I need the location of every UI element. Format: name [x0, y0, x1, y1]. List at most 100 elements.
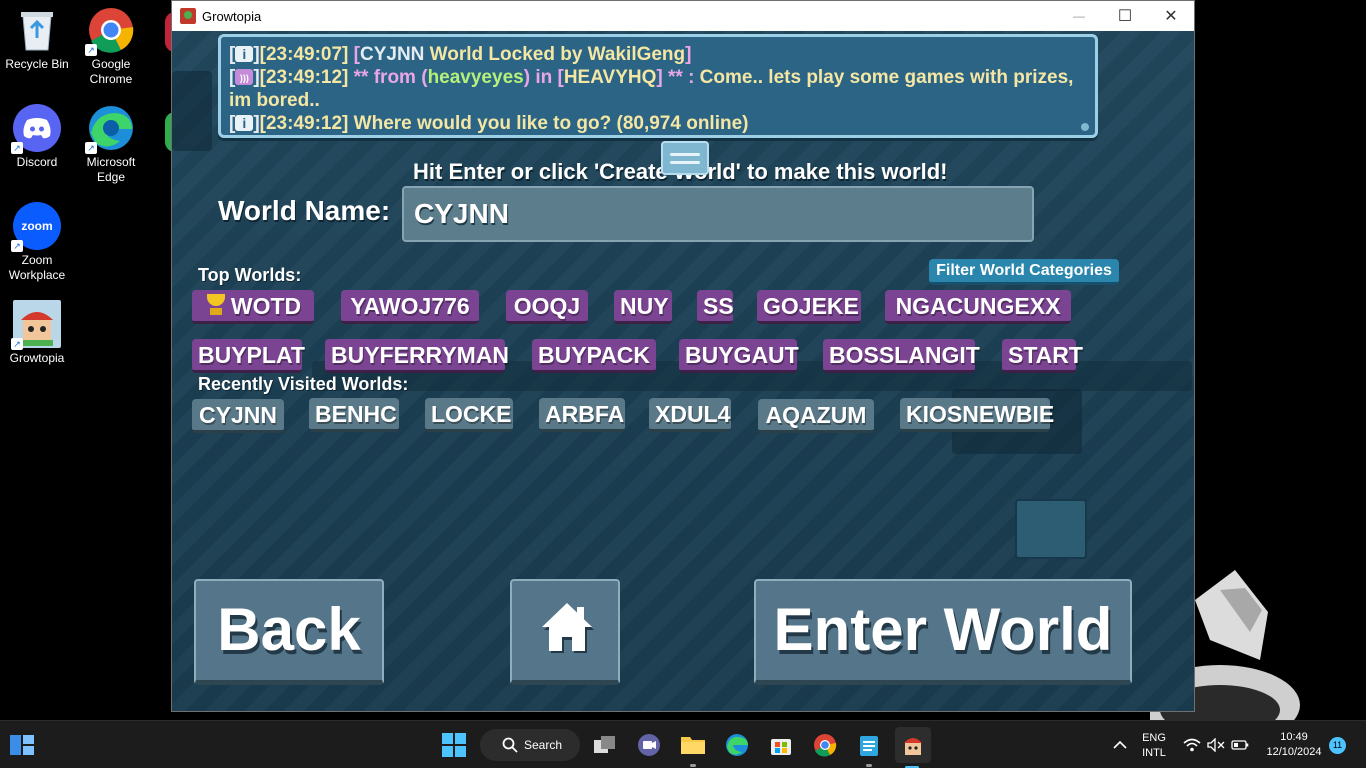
info-icon [235, 112, 254, 135]
desktop-icon-recycle-bin[interactable]: Recycle Bin [0, 6, 74, 72]
taskbar-app-meet[interactable] [633, 729, 665, 761]
windows-logo-icon [442, 733, 466, 757]
volume-status[interactable] [1206, 729, 1226, 761]
home-icon [542, 603, 594, 653]
folder-icon [681, 737, 705, 754]
top-world-button[interactable]: SS [697, 290, 734, 324]
clock[interactable]: 10:49 12/10/2024 [1258, 730, 1330, 760]
top-world-button[interactable]: BOSSLANGIT [823, 339, 980, 373]
close-button[interactable]: ✕ [1148, 1, 1194, 31]
top-world-button[interactable]: BUYGAUT [679, 339, 799, 373]
menu-bar-icon [670, 152, 700, 156]
recently-visited-label: Recently Visited Worlds: [198, 374, 409, 394]
taskbar-app-edge[interactable] [721, 729, 753, 761]
home-button[interactable] [510, 579, 620, 685]
top-world-button[interactable]: GOJEKE [757, 290, 861, 324]
input-language[interactable]: ENG INTL [1136, 731, 1172, 761]
world-name-input[interactable] [402, 186, 1034, 242]
bg-tile [172, 71, 212, 151]
recent-world-button[interactable]: ARBFA [539, 398, 625, 432]
taskbar-app-chrome[interactable] [809, 729, 841, 761]
taskbar-app-growtopia[interactable] [895, 727, 931, 768]
desktop-icon-microsoft-edge[interactable]: ↗ Microsoft Edge [74, 104, 148, 185]
window-titlebar[interactable]: Growtopia — ☐ ✕ [172, 1, 1194, 31]
edge-icon: ↗ [85, 104, 135, 154]
top-world-button[interactable]: YAWOJ776 [341, 290, 479, 324]
top-world-button[interactable]: OOQJ [506, 290, 588, 324]
top-world-button[interactable]: NUY [614, 290, 672, 324]
widgets-icon [10, 735, 34, 755]
shortcut-arrow-icon: ↗ [11, 240, 23, 252]
desktop-icon-label: Growtopia [9, 351, 65, 365]
chat-line: [][23:49:12] ** from (heavyeyes) in [HEA… [229, 66, 1087, 112]
desktop-icon-label: Discord [16, 155, 58, 169]
task-view-icon [594, 736, 615, 753]
maximize-button[interactable]: ☐ [1102, 1, 1148, 31]
chat-log[interactable]: [][23:49:07] [CYJNN World Locked by Waki… [218, 34, 1098, 138]
battery-status[interactable] [1230, 729, 1250, 761]
recent-world-button[interactable]: LOCKE [425, 398, 513, 432]
info-icon [235, 43, 254, 66]
desktop-icon-google-chrome[interactable]: ↗ Google Chrome [74, 6, 148, 87]
show-hidden-icons-button[interactable] [1104, 729, 1136, 761]
task-view-button[interactable] [589, 729, 621, 761]
taskbar-search[interactable]: Search [480, 729, 580, 761]
running-indicator [690, 764, 696, 767]
battery-icon [1231, 740, 1249, 750]
back-button[interactable]: Back [194, 579, 384, 685]
top-world-button[interactable]: WOTD [192, 290, 314, 324]
chat-toggle-button[interactable] [661, 141, 709, 175]
top-worlds-label: Top Worlds: [198, 265, 302, 285]
chrome-icon [814, 734, 837, 757]
desktop-icon-zoom-workplace[interactable]: zoom ↗ Zoom Workplace [0, 202, 74, 283]
notification-badge[interactable]: 11 [1329, 737, 1346, 754]
taskbar-app-notepad[interactable] [853, 729, 885, 767]
notepad-icon [860, 736, 878, 756]
recent-world-button[interactable]: KIOSNEWBIE [900, 398, 1054, 432]
recent-world-button[interactable]: CYJNN [192, 399, 284, 433]
window-title: Growtopia [202, 8, 262, 24]
game-viewport: [][23:49:07] [CYJNN World Locked by Waki… [172, 31, 1194, 711]
chat-line: [][23:49:12] Where would you like to go?… [229, 112, 1087, 135]
desktop-icon-growtopia[interactable]: ↗ Growtopia [0, 300, 74, 366]
recent-world-button[interactable]: AQAZUM [758, 399, 874, 433]
start-button[interactable] [438, 729, 470, 761]
minimize-button[interactable]: — [1056, 1, 1102, 31]
discord-icon: ↗ [11, 104, 61, 154]
desktop-icon-label: Google Chrome [89, 57, 133, 86]
video-call-icon [638, 734, 660, 756]
filter-world-categories-button[interactable]: Filter World Categories [929, 259, 1119, 285]
recent-world-button[interactable]: XDUL4 [649, 398, 731, 432]
taskbar-app-file-explorer[interactable] [677, 729, 709, 767]
chat-scroll-handle[interactable] [1081, 123, 1089, 131]
shortcut-arrow-icon: ↗ [85, 44, 97, 56]
desktop-icon-discord[interactable]: ↗ Discord [0, 104, 74, 170]
top-world-button[interactable]: BUYPLAT [192, 339, 305, 373]
growtopia-icon: ↗ [11, 300, 61, 350]
recent-world-button[interactable]: BENHC [309, 398, 399, 432]
clock-time: 10:49 [1280, 731, 1308, 743]
trophy-icon [205, 294, 227, 316]
shortcut-arrow-icon: ↗ [11, 142, 23, 154]
chrome-icon: ↗ [85, 6, 135, 56]
top-world-button[interactable]: NGACUNGEXX [885, 290, 1071, 324]
volume-muted-icon [1207, 738, 1225, 752]
search-icon [502, 737, 518, 753]
running-indicator [866, 764, 872, 767]
network-status[interactable] [1182, 729, 1202, 761]
search-label: Search [524, 738, 563, 752]
top-world-button[interactable]: START [1002, 339, 1083, 373]
desktop-icon-label: Microsoft Edge [86, 155, 136, 184]
broadcast-icon [235, 67, 254, 90]
enter-world-button[interactable]: Enter World [754, 579, 1132, 685]
top-world-button[interactable]: BUYFERRYMAN [325, 339, 509, 373]
clock-date: 12/10/2024 [1266, 746, 1322, 758]
top-world-button[interactable]: BUYPACK [532, 339, 656, 373]
store-icon [771, 739, 791, 755]
wifi-icon [1183, 738, 1201, 752]
taskbar-app-store[interactable] [765, 729, 797, 761]
widgets-button[interactable] [6, 729, 38, 761]
chat-line: [][23:49:07] [CYJNN World Locked by Waki… [229, 43, 1087, 66]
keyboard-layout: INTL [1142, 747, 1166, 759]
taskbar: Search ENG INTL 10:49 12/10/2024 11 [0, 720, 1366, 768]
